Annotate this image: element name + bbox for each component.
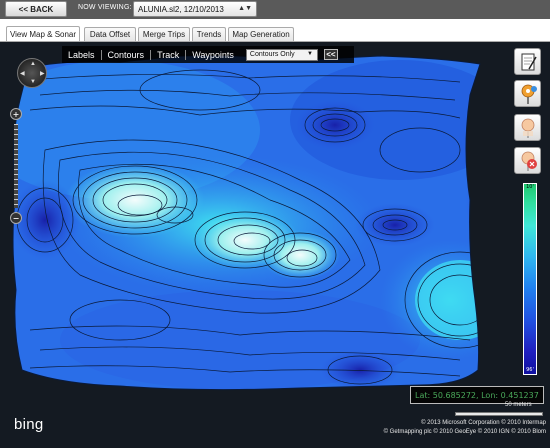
scale-bottom-label: 96': [526, 367, 534, 373]
trip-select-value: ALUNIA.sl2, 12/10/2013: [138, 4, 224, 14]
pan-down-icon[interactable]: ▼: [30, 79, 36, 85]
add-waypoint-button[interactable]: [514, 80, 541, 107]
pan-up-icon[interactable]: ▲: [30, 61, 36, 67]
pan-right-icon[interactable]: ▶: [40, 70, 45, 77]
delete-waypoint-button[interactable]: [514, 147, 541, 174]
top-bar: << BACK NOW VIEWING: ALUNIA.sl2, 12/10/2…: [0, 0, 550, 19]
contour-mode-select[interactable]: Contours Only ▼: [245, 48, 318, 61]
map-scale-label: 50 meters: [505, 402, 532, 408]
depth-color-scale: [523, 183, 537, 375]
layer-labels-link[interactable]: Labels: [62, 50, 101, 60]
zoom-out-icon[interactable]: −: [10, 212, 22, 224]
scale-top-label: 10': [526, 184, 534, 190]
lat-label: Lat:: [415, 390, 431, 400]
map-copyright: © 2013 Microsoft Corporation © 2010 Inte…: [330, 419, 546, 437]
lon-value: 0.451237: [500, 390, 539, 400]
zoom-slider[interactable]: [14, 124, 18, 208]
add-waypoint-icon: [521, 84, 537, 104]
notepad-button[interactable]: [514, 48, 541, 75]
chevron-updown-icon: ▲▼: [238, 5, 252, 12]
tab-data-offset[interactable]: Data Offset: [84, 27, 136, 41]
copyright-line-1: © 2013 Microsoft Corporation © 2010 Inte…: [421, 420, 546, 426]
trip-select[interactable]: ALUNIA.sl2, 12/10/2013 ▲▼: [133, 1, 257, 17]
tab-trends[interactable]: Trends: [192, 27, 226, 41]
copyright-line-2: © Getmapping plc © 2010 GeoEye © 2010 IG…: [383, 429, 546, 435]
zoom-in-icon[interactable]: +: [10, 108, 22, 120]
contour-mode-value: Contours Only: [249, 51, 295, 58]
tab-merge-trips[interactable]: Merge Trips: [138, 27, 190, 41]
delete-waypoint-icon: [521, 151, 537, 171]
pan-left-icon[interactable]: ◀: [20, 70, 25, 77]
tab-bar: View Map & Sonar Data Offset Merge Trips…: [0, 19, 550, 42]
waypoint-button[interactable]: [514, 114, 541, 141]
layer-toolbar: Labels Contours Track Waypoints Contours…: [62, 46, 354, 63]
layer-track-link[interactable]: Track: [151, 50, 185, 60]
tab-view-map-sonar[interactable]: View Map & Sonar: [6, 26, 80, 42]
layer-contours-link[interactable]: Contours: [102, 50, 151, 60]
bing-logo: bing: [14, 416, 44, 433]
tab-map-generation[interactable]: Map Generation: [228, 27, 294, 41]
now-viewing-label: NOW VIEWING:: [78, 4, 132, 11]
notepad-icon: [521, 53, 537, 71]
pan-control[interactable]: ▲ ▼ ◀ ▶: [17, 58, 47, 88]
map-scale-bar: [455, 412, 543, 416]
chevron-down-icon: ▼: [306, 50, 313, 57]
lat-value: 50.685272: [432, 390, 477, 400]
lon-label: Lon:: [481, 390, 499, 400]
collapse-toolbar-button[interactable]: <<: [323, 49, 338, 60]
back-button[interactable]: << BACK: [5, 1, 67, 17]
layer-waypoints-link[interactable]: Waypoints: [186, 50, 240, 60]
waypoint-icon: [521, 118, 535, 138]
